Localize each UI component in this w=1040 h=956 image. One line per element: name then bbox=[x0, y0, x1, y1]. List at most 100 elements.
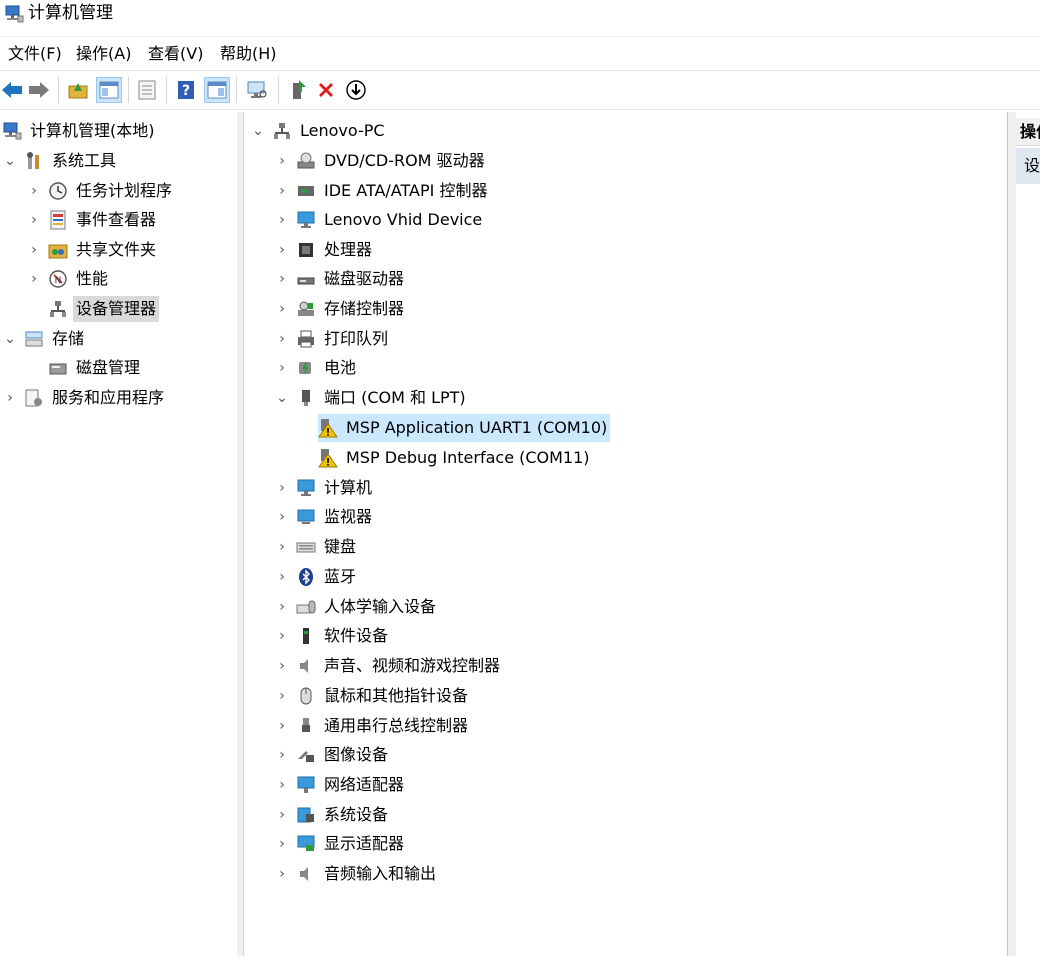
device-item-msp-uart1[interactable]: MSP Application UART1 (COM10) bbox=[318, 414, 611, 442]
device-category-monitor[interactable]: › 监视器 bbox=[274, 503, 375, 531]
chevron-right-icon[interactable]: › bbox=[274, 480, 290, 496]
device-category-audio-io[interactable]: › 音频输入和输出 bbox=[274, 860, 439, 888]
device-manager-icon bbox=[48, 299, 68, 319]
device-category-disk-drive[interactable]: › 磁盘驱动器 bbox=[274, 265, 407, 293]
tree-item-storage[interactable]: ⌄ 存储 bbox=[2, 325, 87, 353]
device-category-keyboard[interactable]: › 键盘 bbox=[274, 533, 359, 561]
performance-icon: N bbox=[48, 269, 68, 289]
chevron-down-icon[interactable]: ⌄ bbox=[250, 123, 266, 139]
printer-icon bbox=[296, 329, 316, 349]
device-category-computer[interactable]: › 计算机 bbox=[274, 474, 375, 502]
tree-item-performance[interactable]: › N 性能 bbox=[26, 265, 111, 293]
device-category-software-device[interactable]: › 软件设备 bbox=[274, 622, 391, 650]
device-category-processor[interactable]: › 处理器 bbox=[274, 236, 375, 264]
chevron-right-icon[interactable]: › bbox=[274, 569, 290, 585]
tree-item-disk-management[interactable]: 磁盘管理 bbox=[48, 354, 143, 382]
device-category-vhid[interactable]: › Lenovo Vhid Device bbox=[274, 206, 485, 234]
system-device-icon bbox=[296, 805, 316, 825]
device-category-print-queue[interactable]: › 打印队列 bbox=[274, 325, 391, 353]
device-category-mouse[interactable]: › 鼠标和其他指针设备 bbox=[274, 682, 471, 710]
chevron-right-icon[interactable]: › bbox=[274, 807, 290, 823]
chevron-right-icon[interactable]: › bbox=[274, 183, 290, 199]
scan-hardware-button[interactable] bbox=[245, 78, 269, 102]
device-category-ide[interactable]: › IDE ATA/ATAPI 控制器 bbox=[274, 177, 490, 205]
down-arrow-circle-icon bbox=[346, 80, 366, 100]
chevron-right-icon[interactable]: › bbox=[274, 301, 290, 317]
chevron-right-icon[interactable]: › bbox=[274, 242, 290, 258]
device-category-display[interactable]: › 显示适配器 bbox=[274, 830, 407, 858]
show-hide-console-tree-button[interactable] bbox=[96, 77, 122, 103]
device-category-usb[interactable]: › 通用串行总线控制器 bbox=[274, 712, 471, 740]
display-adapter-icon bbox=[296, 834, 316, 854]
chevron-right-icon[interactable]: › bbox=[26, 183, 42, 199]
menu-help[interactable]: 帮助(H) bbox=[218, 44, 279, 64]
menu-view[interactable]: 查看(V) bbox=[146, 44, 205, 64]
device-category-hid[interactable]: › 人体学输入设备 bbox=[274, 593, 439, 621]
menu-action[interactable]: 操作(A) bbox=[74, 44, 133, 64]
chevron-right-icon[interactable]: › bbox=[274, 866, 290, 882]
tree-item-services-apps[interactable]: › 服务和应用程序 bbox=[2, 384, 167, 412]
chevron-right-icon[interactable]: › bbox=[274, 599, 290, 615]
computer-management-icon bbox=[4, 4, 24, 24]
show-action-pane-button[interactable] bbox=[204, 77, 230, 103]
chevron-right-icon[interactable]: › bbox=[274, 628, 290, 644]
chevron-right-icon[interactable]: › bbox=[274, 539, 290, 555]
device-category-dvd[interactable]: › DVD/CD-ROM 驱动器 bbox=[274, 147, 488, 175]
device-tree-root[interactable]: ⌄ Lenovo-PC bbox=[250, 117, 388, 145]
device-item-msp-debug[interactable]: MSP Debug Interface (COM11) bbox=[318, 444, 593, 472]
chevron-right-icon[interactable]: › bbox=[26, 271, 42, 287]
tree-item-computer-management[interactable]: 计算机管理(本地) bbox=[2, 117, 158, 145]
help-button[interactable]: ? bbox=[174, 78, 198, 102]
chevron-right-icon[interactable]: › bbox=[274, 212, 290, 228]
chevron-right-icon[interactable]: › bbox=[274, 331, 290, 347]
device-category-label: 存储控制器 bbox=[324, 299, 405, 318]
tree-item-event-viewer[interactable]: › 事件查看器 bbox=[26, 206, 159, 234]
chevron-right-icon[interactable]: › bbox=[274, 688, 290, 704]
tree-item-task-scheduler[interactable]: › 任务计划程序 bbox=[26, 177, 175, 205]
uninstall-device-button[interactable] bbox=[314, 78, 338, 102]
device-category-storage-controller[interactable]: › 存储控制器 bbox=[274, 295, 407, 323]
device-category-network[interactable]: › 网络适配器 bbox=[274, 771, 407, 799]
chevron-right-icon[interactable]: › bbox=[26, 212, 42, 228]
device-category-battery[interactable]: › 电池 bbox=[274, 354, 359, 382]
export-list-button[interactable] bbox=[135, 78, 159, 102]
dvd-drive-icon bbox=[296, 151, 316, 171]
chevron-right-icon[interactable]: › bbox=[274, 747, 290, 763]
device-category-label: DVD/CD-ROM 驱动器 bbox=[324, 151, 485, 170]
computer-icon bbox=[296, 478, 316, 498]
actions-pane-item[interactable]: 设备管理器 bbox=[1016, 148, 1040, 184]
device-category-label: 软件设备 bbox=[324, 626, 389, 645]
chevron-right-icon[interactable]: › bbox=[274, 509, 290, 525]
back-button[interactable] bbox=[0, 78, 24, 102]
chevron-right-icon[interactable]: › bbox=[274, 271, 290, 287]
chevron-right-icon[interactable]: › bbox=[2, 390, 18, 406]
update-driver-button[interactable] bbox=[287, 78, 311, 102]
actions-pane-header: 操作 bbox=[1016, 118, 1040, 146]
chevron-down-icon[interactable]: ⌄ bbox=[2, 331, 18, 347]
chevron-right-icon[interactable]: › bbox=[274, 777, 290, 793]
pane-splitter-left[interactable] bbox=[237, 112, 244, 956]
disable-device-button[interactable] bbox=[344, 78, 368, 102]
chevron-right-icon[interactable]: › bbox=[274, 836, 290, 852]
device-category-imaging[interactable]: › 图像设备 bbox=[274, 741, 391, 769]
chevron-right-icon[interactable]: › bbox=[274, 360, 290, 376]
device-category-bluetooth[interactable]: › 蓝牙 bbox=[274, 563, 359, 591]
chevron-right-icon[interactable]: › bbox=[26, 242, 42, 258]
folder-up-icon bbox=[68, 83, 88, 99]
tree-item-device-manager[interactable]: 设备管理器 bbox=[48, 295, 160, 323]
device-category-sound[interactable]: › 声音、视频和游戏控制器 bbox=[274, 652, 503, 680]
menu-file[interactable]: 文件(F) bbox=[6, 44, 64, 64]
chevron-right-icon[interactable]: › bbox=[274, 718, 290, 734]
chevron-right-icon[interactable]: › bbox=[274, 153, 290, 169]
tree-item-shared-folders[interactable]: › 共享文件夹 bbox=[26, 236, 159, 264]
chevron-right-icon[interactable]: › bbox=[274, 658, 290, 674]
tree-item-label: 存储 bbox=[52, 329, 85, 348]
forward-button[interactable] bbox=[27, 78, 51, 102]
chevron-down-icon[interactable]: ⌄ bbox=[2, 153, 18, 169]
device-category-system[interactable]: › 系统设备 bbox=[274, 801, 391, 829]
up-folder-button[interactable] bbox=[66, 78, 90, 102]
chevron-down-icon[interactable]: ⌄ bbox=[274, 390, 290, 406]
monitor-icon bbox=[296, 507, 316, 527]
device-category-ports[interactable]: ⌄ 端口 (COM 和 LPT) bbox=[274, 384, 469, 412]
tree-item-system-tools[interactable]: ⌄ 系统工具 bbox=[2, 147, 119, 175]
